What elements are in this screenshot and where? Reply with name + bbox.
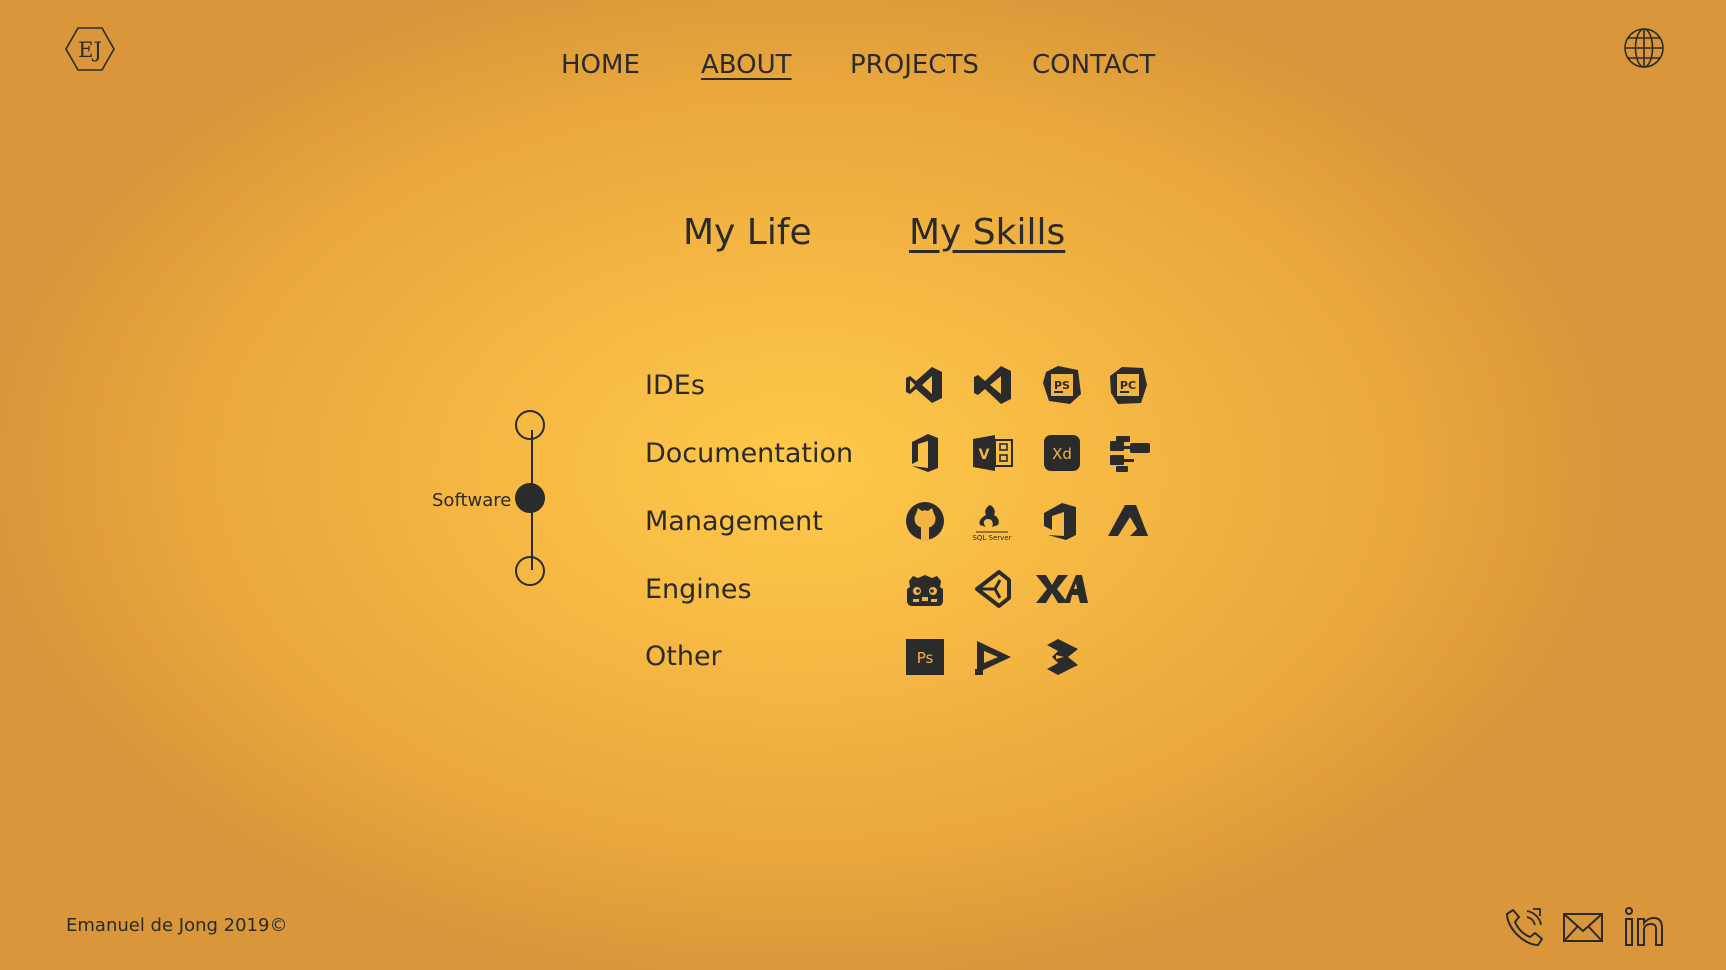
photoshop-icon[interactable]: Ps [903, 635, 947, 679]
nav-about[interactable]: ABOUT [701, 50, 792, 80]
godot-icon[interactable] [903, 567, 947, 611]
azure-icon[interactable] [1106, 499, 1150, 543]
category-label-management: Management [645, 506, 823, 537]
tab-my-skills[interactable]: My Skills [909, 212, 1065, 253]
category-label-documentation: Documentation [645, 438, 854, 469]
category-label-other: Other [645, 641, 722, 672]
stepper-dot-next[interactable] [515, 556, 545, 586]
stepper-current-label: Software [432, 490, 512, 511]
media-player-icon[interactable] [971, 635, 1015, 679]
sql-server-icon-text: SQL Server [972, 534, 1011, 542]
nav-home[interactable]: HOME [561, 50, 640, 80]
category-label-engines: Engines [645, 574, 752, 605]
pycharm-icon[interactable]: PC [1106, 363, 1150, 407]
mail-icon[interactable] [1561, 905, 1605, 949]
azure-devops-icon[interactable] [1040, 499, 1084, 543]
vscode-icon[interactable] [971, 363, 1015, 407]
nav-projects[interactable]: PROJECTS [850, 50, 979, 80]
category-label-ides: IDEs [645, 370, 705, 401]
linkedin-icon[interactable] [1622, 905, 1666, 949]
visio-icon[interactable]: V [971, 431, 1015, 475]
sql-server-icon[interactable]: SQL Server [970, 499, 1014, 543]
tab-my-life[interactable]: My Life [683, 212, 812, 253]
visio-icon-text: V [979, 447, 990, 463]
xna-icon[interactable] [1034, 567, 1090, 611]
language-globe-icon[interactable] [1623, 27, 1665, 69]
nav-contact[interactable]: CONTACT [1032, 50, 1155, 80]
about-tabs: My Life My Skills [0, 212, 1726, 258]
xd-icon-text: Xd [1052, 445, 1072, 463]
phone-icon[interactable] [1503, 905, 1547, 949]
diagram-icon[interactable] [1108, 431, 1152, 475]
adobe-xd-icon[interactable]: Xd [1040, 431, 1084, 475]
unity-icon[interactable] [971, 567, 1015, 611]
stepper-dot-previous[interactable] [515, 410, 545, 440]
footer-copyright: Emanuel de Jong 2019© [66, 915, 288, 936]
phpstorm-icon[interactable]: PS [1040, 363, 1084, 407]
pycharm-icon-text: PC [1120, 379, 1136, 392]
visual-studio-icon[interactable] [903, 363, 947, 407]
office-icon[interactable] [903, 431, 947, 475]
stepper-dot-current[interactable] [515, 483, 545, 513]
skill-stepper: Software [420, 410, 560, 595]
ps-box-icon[interactable] [1040, 635, 1084, 679]
photoshop-icon-text: Ps [917, 649, 934, 667]
main-nav: HOME ABOUT PROJECTS CONTACT [0, 50, 1726, 84]
github-icon[interactable] [903, 499, 947, 543]
phpstorm-icon-text: PS [1054, 379, 1070, 392]
